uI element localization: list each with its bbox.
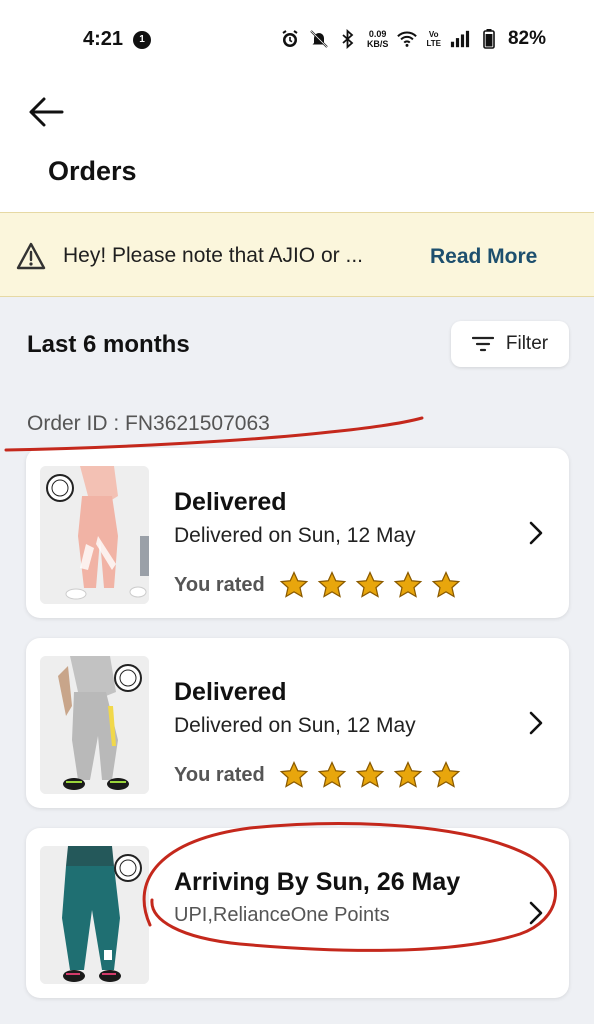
filter-icon [471, 336, 494, 352]
star-icon[interactable] [431, 570, 461, 600]
net-speed: 0.09 KB/S [367, 29, 389, 49]
star-icon[interactable] [393, 760, 423, 790]
volte-top: Vo [428, 30, 439, 39]
order-item-card[interactable]: Delivered Delivered on Sun, 12 May You r… [26, 638, 569, 808]
bluetooth-icon [338, 29, 358, 49]
product-image [40, 466, 149, 604]
read-more-link[interactable]: Read More [430, 245, 537, 269]
order-item-card[interactable]: Delivered Delivered on Sun, 12 May You r… [26, 448, 569, 618]
warning-icon [16, 242, 46, 270]
payment-method: UPI,RelianceOne Points [174, 904, 390, 926]
filter-label: Filter [505, 333, 549, 354]
page-title: Orders [48, 156, 137, 186]
star-icon[interactable] [355, 570, 385, 600]
rated-label: You rated [174, 573, 265, 596]
period-heading: Last 6 months [27, 331, 190, 358]
star-icon[interactable] [279, 760, 309, 790]
chevron-right-icon [529, 901, 543, 925]
status-icons: 0.09 KB/S Vo LTE 82% [280, 28, 546, 50]
product-image [40, 846, 149, 984]
notice-banner: Hey! Please note that AJIO or ... Read M… [0, 212, 594, 297]
rating-row: You rated [174, 570, 469, 600]
back-button[interactable] [24, 92, 68, 132]
rated-label: You rated [174, 763, 265, 786]
delivery-date: Delivered on Sun, 12 May [174, 714, 416, 737]
arrow-left-icon [29, 97, 64, 127]
order-item-card[interactable]: Arriving By Sun, 26 May UPI,RelianceOne … [26, 828, 569, 998]
order-status: Delivered [174, 678, 287, 706]
silent-icon [309, 29, 329, 49]
rating-row: You rated [174, 760, 469, 790]
signal-icon [450, 29, 470, 49]
chevron-right-icon [529, 521, 543, 545]
net-speed-value: 0.09 [368, 29, 387, 39]
star-icon[interactable] [317, 760, 347, 790]
header: Orders [0, 80, 594, 212]
wifi-icon [397, 29, 418, 49]
status-bar: 4:21 1 0.09 KB/S Vo LTE 82% [0, 0, 594, 80]
chevron-right-icon [529, 711, 543, 735]
order-status: Arriving By Sun, 26 May [174, 868, 461, 896]
star-icon[interactable] [431, 760, 461, 790]
volte-bottom: LTE [426, 39, 441, 48]
volte-indicator: Vo LTE [426, 30, 441, 48]
delivery-date: Delivered on Sun, 12 May [174, 524, 416, 547]
status-time: 4:21 [83, 28, 124, 50]
notification-badge: 1 [133, 31, 151, 49]
battery-icon [479, 29, 499, 49]
order-status: Delivered [174, 488, 287, 516]
net-speed-unit: KB/S [366, 39, 389, 49]
battery-percent: 82% [507, 28, 546, 49]
filter-button[interactable]: Filter [451, 321, 569, 367]
star-icon[interactable] [279, 570, 309, 600]
star-icon[interactable] [355, 760, 385, 790]
product-image [40, 656, 149, 794]
order-id: Order ID : FN3621507063 [27, 412, 270, 435]
notice-text: Hey! Please note that AJIO or ... [63, 244, 363, 267]
star-icon[interactable] [393, 570, 423, 600]
star-icon[interactable] [317, 570, 347, 600]
alarm-icon [280, 29, 300, 49]
